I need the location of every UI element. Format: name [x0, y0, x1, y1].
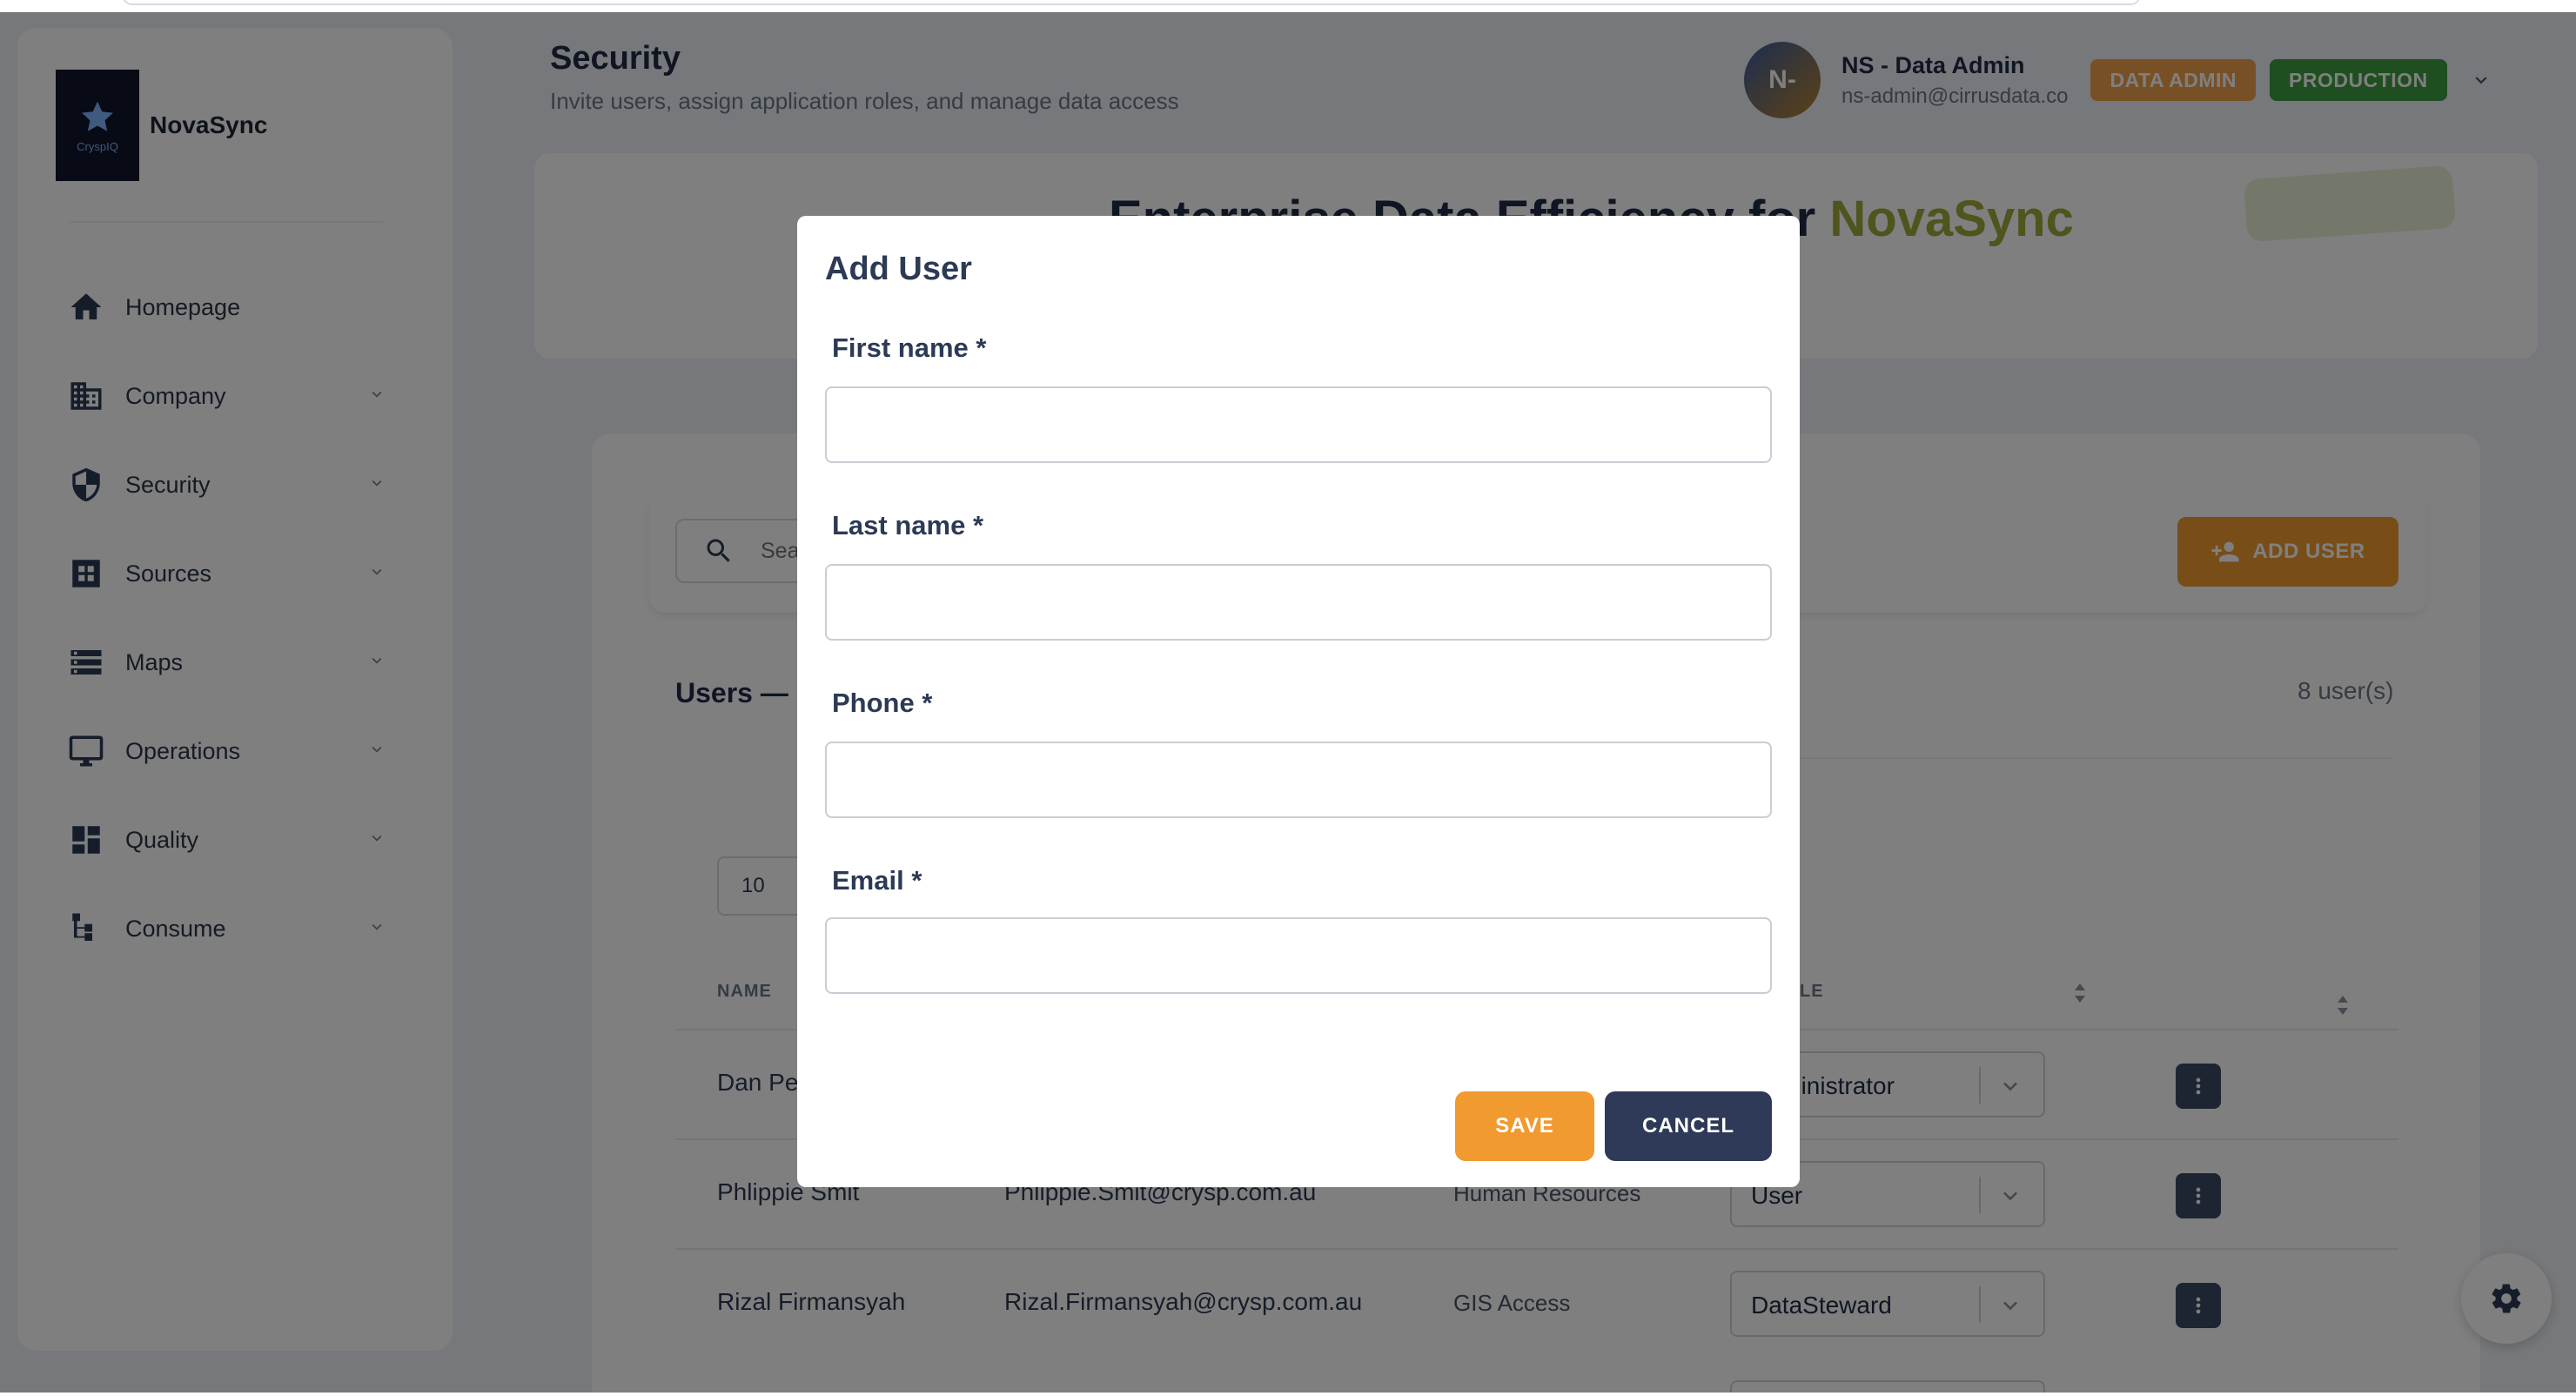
- last-name-field[interactable]: [825, 564, 1772, 641]
- email-field[interactable]: [825, 917, 1772, 994]
- last-name-label: Last name *: [832, 510, 984, 540]
- first-name-field[interactable]: [825, 386, 1772, 463]
- phone-field[interactable]: [825, 742, 1772, 818]
- address-bar[interactable]: [122, 0, 2141, 5]
- first-name-label: First name *: [832, 332, 987, 363]
- phone-label: Phone *: [832, 688, 933, 718]
- window-bottom-edge: [0, 1393, 2576, 1396]
- cancel-button[interactable]: CANCEL: [1605, 1091, 1772, 1161]
- email-label: Email *: [832, 865, 922, 896]
- save-button[interactable]: SAVE: [1455, 1091, 1594, 1161]
- add-user-dialog: Add User First name * Last name * Phone …: [797, 216, 1800, 1187]
- dialog-title: Add User: [825, 251, 972, 287]
- browser-top-strip: [0, 0, 2576, 12]
